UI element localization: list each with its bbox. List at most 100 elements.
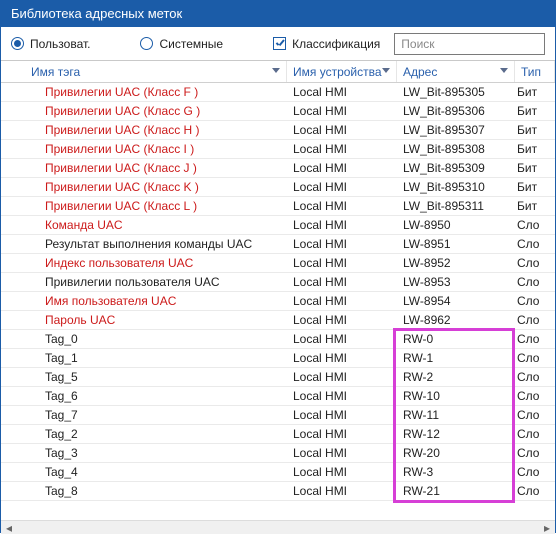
radio-user[interactable]: Пользоват. [11, 37, 90, 51]
checkbox-classification[interactable]: Классификация [273, 37, 380, 51]
cell-address: LW_Bit-895307 [397, 123, 511, 137]
table-row[interactable]: Привилегии пользователя UACLocal HMILW-8… [1, 273, 555, 292]
cell-name: Результат выполнения команды UAC [1, 237, 287, 251]
horizontal-scrollbar[interactable]: ◂ ▸ [1, 520, 555, 534]
cell-type: Сло [511, 370, 551, 384]
cell-device: Local HMI [287, 85, 397, 99]
col-header-address[interactable]: Адрес [397, 61, 515, 82]
table-row[interactable]: Команда UACLocal HMILW-8950Сло [1, 216, 555, 235]
table-row[interactable]: Привилегии UAC (Класс J )Local HMILW_Bit… [1, 159, 555, 178]
table-row[interactable]: Tag_7Local HMIRW-11Сло [1, 406, 555, 425]
cell-type: Бит [511, 123, 551, 137]
cell-address: LW_Bit-895311 [397, 199, 511, 213]
cell-address: RW-0 [397, 332, 511, 346]
table-row[interactable]: Пароль UACLocal HMILW-8962Сло [1, 311, 555, 330]
table-row[interactable]: Привилегии UAC (Класс L )Local HMILW_Bit… [1, 197, 555, 216]
checkbox-icon [273, 37, 286, 50]
cell-address: LW-8954 [397, 294, 511, 308]
cell-device: Local HMI [287, 465, 397, 479]
col-header-device-label: Имя устройства [293, 65, 382, 79]
cell-type: Сло [511, 256, 551, 270]
cell-name: Tag_0 [1, 332, 287, 346]
cell-device: Local HMI [287, 218, 397, 232]
cell-name: Tag_8 [1, 484, 287, 498]
table-row[interactable]: Результат выполнения команды UACLocal HM… [1, 235, 555, 254]
scroll-right-icon[interactable]: ▸ [539, 521, 555, 535]
cell-name: Tag_6 [1, 389, 287, 403]
cell-name: Привилегии UAC (Класс J ) [1, 161, 287, 175]
table-row[interactable]: Tag_0Local HMIRW-0Сло [1, 330, 555, 349]
cell-type: Сло [511, 389, 551, 403]
cell-name: Привилегии UAC (Класс K ) [1, 180, 287, 194]
cell-device: Local HMI [287, 332, 397, 346]
window-title: Библиотека адресных меток [11, 6, 182, 21]
col-header-device[interactable]: Имя устройства [287, 61, 397, 82]
cell-type: Сло [511, 294, 551, 308]
radio-user-label: Пользоват. [30, 37, 90, 51]
cell-device: Local HMI [287, 446, 397, 460]
cell-name: Tag_3 [1, 446, 287, 460]
cell-device: Local HMI [287, 389, 397, 403]
cell-device: Local HMI [287, 104, 397, 118]
radio-system[interactable]: Системные [140, 37, 223, 51]
tags-grid: Имя тэга Имя устройства Адрес Тип Привил… [1, 61, 555, 520]
toolbar: Пользоват. Системные Классификация Поиск [1, 27, 555, 61]
col-header-type-label: Тип [521, 65, 541, 79]
cell-device: Local HMI [287, 294, 397, 308]
chevron-down-icon[interactable] [272, 68, 280, 73]
chevron-down-icon[interactable] [382, 68, 390, 73]
cell-address: LW-8953 [397, 275, 511, 289]
table-row[interactable]: Tag_5Local HMIRW-2Сло [1, 368, 555, 387]
cell-address: RW-21 [397, 484, 511, 498]
cell-address: LW_Bit-895309 [397, 161, 511, 175]
table-row[interactable]: Tag_1Local HMIRW-1Сло [1, 349, 555, 368]
cell-type: Бит [511, 161, 551, 175]
col-header-type[interactable]: Тип [515, 61, 555, 82]
cell-device: Local HMI [287, 351, 397, 365]
cell-type: Бит [511, 85, 551, 99]
table-row[interactable]: Tag_3Local HMIRW-20Сло [1, 444, 555, 463]
table-row[interactable]: Привилегии UAC (Класс F )Local HMILW_Bit… [1, 83, 555, 102]
cell-device: Local HMI [287, 199, 397, 213]
col-header-name[interactable]: Имя тэга [1, 61, 287, 82]
cell-device: Local HMI [287, 256, 397, 270]
chevron-down-icon[interactable] [500, 68, 508, 73]
cell-address: LW-8962 [397, 313, 511, 327]
cell-name: Привилегии UAC (Класс L ) [1, 199, 287, 213]
table-row[interactable]: Tag_8Local HMIRW-21Сло [1, 482, 555, 501]
cell-type: Бит [511, 104, 551, 118]
cell-address: RW-10 [397, 389, 511, 403]
table-row[interactable]: Имя пользователя UACLocal HMILW-8954Сло [1, 292, 555, 311]
table-row[interactable]: Tag_6Local HMIRW-10Сло [1, 387, 555, 406]
cell-device: Local HMI [287, 142, 397, 156]
cell-name: Индекс пользователя UAC [1, 256, 287, 270]
cell-device: Local HMI [287, 275, 397, 289]
cell-name: Tag_7 [1, 408, 287, 422]
search-placeholder: Поиск [401, 37, 434, 51]
table-row[interactable]: Tag_4Local HMIRW-3Сло [1, 463, 555, 482]
table-row[interactable]: Tag_2Local HMIRW-12Сло [1, 425, 555, 444]
window-titlebar: Библиотека адресных меток [1, 1, 555, 27]
grid-body[interactable]: Привилегии UAC (Класс F )Local HMILW_Bit… [1, 83, 555, 501]
cell-name: Tag_1 [1, 351, 287, 365]
table-row[interactable]: Привилегии UAC (Класс K )Local HMILW_Bit… [1, 178, 555, 197]
scroll-track[interactable] [17, 521, 539, 535]
cell-name: Привилегии UAC (Класс I ) [1, 142, 287, 156]
cell-name: Привилегии пользователя UAC [1, 275, 287, 289]
search-input[interactable]: Поиск [394, 33, 545, 55]
scroll-left-icon[interactable]: ◂ [1, 521, 17, 535]
table-row[interactable]: Индекс пользователя UACLocal HMILW-8952С… [1, 254, 555, 273]
cell-name: Привилегии UAC (Класс H ) [1, 123, 287, 137]
col-header-name-label: Имя тэга [31, 65, 80, 79]
cell-address: LW-8951 [397, 237, 511, 251]
table-row[interactable]: Привилегии UAC (Класс I )Local HMILW_Bit… [1, 140, 555, 159]
cell-device: Local HMI [287, 123, 397, 137]
cell-type: Сло [511, 465, 551, 479]
cell-address: RW-12 [397, 427, 511, 441]
table-row[interactable]: Привилегии UAC (Класс G )Local HMILW_Bit… [1, 102, 555, 121]
cell-type: Сло [511, 332, 551, 346]
table-row[interactable]: Привилегии UAC (Класс H )Local HMILW_Bit… [1, 121, 555, 140]
cell-name: Tag_5 [1, 370, 287, 384]
cell-type: Сло [511, 408, 551, 422]
cell-address: LW_Bit-895308 [397, 142, 511, 156]
